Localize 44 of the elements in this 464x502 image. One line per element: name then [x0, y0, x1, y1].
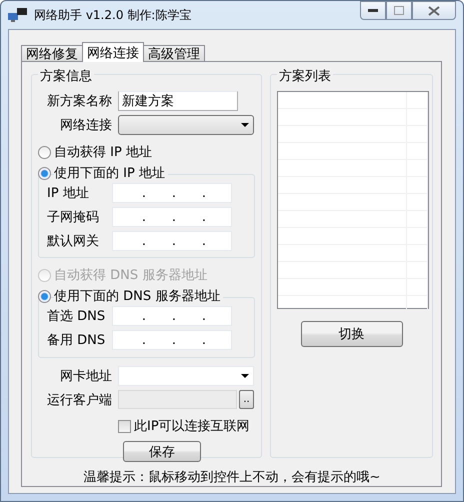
field-label: 运行客户端 — [46, 392, 113, 408]
ip-address-field[interactable]: . . . — [112, 330, 232, 350]
close-button[interactable] — [412, 1, 456, 20]
client-path-field[interactable] — [118, 390, 237, 409]
network-connection-dropdown[interactable] — [118, 115, 254, 135]
window-title: 网络助手 v1.2.0 制作:陈学宝 — [34, 6, 192, 24]
radio-label: 自动获得 DNS 服务器地址 — [54, 266, 210, 284]
field-label: 网络连接 — [59, 117, 113, 134]
minimize-icon — [368, 8, 378, 12]
field-label: IP 地址 — [46, 185, 90, 202]
close-icon — [428, 6, 440, 16]
tab[interactable]: 网络连接 — [82, 42, 144, 62]
scheme-name-field[interactable]: 新建方案 — [118, 91, 238, 111]
network-computer-icon — [8, 7, 28, 23]
field-label: 网卡地址 — [59, 368, 113, 385]
radio-button[interactable] — [38, 166, 51, 180]
field-label: 备用 DNS — [46, 332, 106, 349]
dropdown-caret-icon — [241, 374, 249, 378]
group-title: 方案列表 — [277, 67, 333, 85]
dropdown-caret-icon — [241, 123, 249, 127]
field-label: 新方案名称 — [46, 93, 113, 110]
field-label: 首选 DNS — [46, 308, 106, 325]
minimize-button[interactable] — [360, 1, 386, 20]
tab[interactable]: 网络修复 — [21, 45, 83, 62]
checkbox[interactable] — [118, 420, 131, 432]
hint-text: 温馨提示：鼠标移动到控件上不动，会有提示的哦~ — [82, 469, 382, 486]
field-label: 默认网关 — [46, 233, 100, 250]
tab[interactable]: 高级管理 — [143, 45, 205, 62]
ip-address-field[interactable]: . . . — [112, 231, 232, 251]
ip-address-field[interactable]: . . . — [112, 207, 232, 227]
radio-label: 使用下面的 DNS 服务器地址 — [54, 287, 224, 305]
maximize-icon — [394, 6, 404, 15]
checkbox-label: 此IP可以连接互联网 — [134, 418, 250, 435]
browse-button[interactable]: .. — [239, 390, 254, 409]
radio-button[interactable] — [38, 146, 51, 158]
field-label: 子网掩码 — [46, 209, 100, 226]
group-title: 方案信息 — [38, 67, 94, 85]
switch-button[interactable]: 切换 — [300, 321, 402, 347]
radio-button[interactable] — [38, 290, 51, 302]
save-button[interactable]: 保存 — [123, 441, 201, 462]
ip-address-field[interactable]: . . . — [112, 306, 232, 326]
ip-address-field[interactable]: . . . — [112, 183, 232, 203]
radio-label: 使用下面的 IP 地址 — [54, 164, 168, 182]
radio-label: 自动获得 IP 地址 — [54, 143, 155, 161]
